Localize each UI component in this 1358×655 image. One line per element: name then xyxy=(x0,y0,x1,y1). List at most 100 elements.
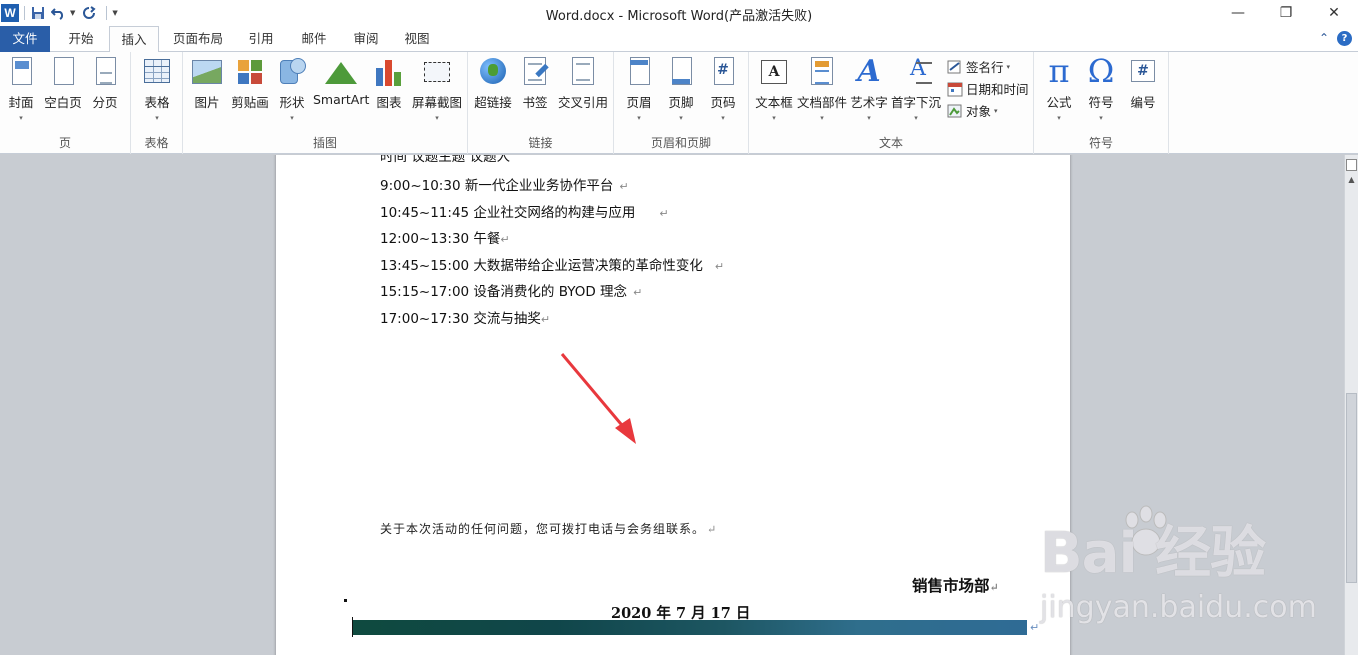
signature-line-icon xyxy=(947,59,963,75)
page-break-button[interactable]: 分页 xyxy=(88,56,122,111)
customize-qat-icon[interactable]: ▼ xyxy=(112,9,117,17)
dropcap-icon: A xyxy=(900,56,932,88)
textbox-button[interactable]: A 文本框 ▾ xyxy=(753,56,795,122)
partial-top-line: 时间 议题主题 议题人 xyxy=(380,155,511,165)
group-label-illustrations: 插图 xyxy=(312,136,337,150)
quick-parts-button[interactable]: 文档部件 ▾ xyxy=(797,56,847,122)
wordart-button[interactable]: A 艺术字 ▾ xyxy=(849,54,889,122)
hyperlink-button[interactable]: 超链接 xyxy=(472,56,514,111)
scroll-thumb[interactable] xyxy=(1346,393,1357,583)
schedule-item-text: 10:45~11:45 企业社交网络的构建与应用 xyxy=(380,205,636,221)
tab-references[interactable]: 引用 xyxy=(238,26,284,52)
window-title: Word.docx - Microsoft Word(产品激活失败) xyxy=(545,9,813,24)
help-icon[interactable]: ? xyxy=(1337,31,1352,46)
header-button[interactable]: 页眉 ▾ xyxy=(622,56,656,122)
dropdown-arrow-icon: ▾ xyxy=(721,114,725,122)
tab-insert[interactable]: 插入 xyxy=(109,26,159,53)
undo-dropdown-icon[interactable]: ▼ xyxy=(70,9,75,17)
group-text: A 文本框 ▾ 文档部件 ▾ A 艺术字 ▾ A 首字下沉 ▾ 签名行 ▾ 日期… xyxy=(749,52,1034,154)
scroll-up-icon[interactable]: ▲ xyxy=(1345,175,1358,189)
chart-label: 图表 xyxy=(376,95,402,110)
object-button[interactable]: 对象 ▾ xyxy=(947,101,998,120)
tab-bar-right: ⌃ ? xyxy=(1319,31,1352,46)
clipart-button[interactable]: 剪贴画 xyxy=(229,56,271,111)
picture-icon xyxy=(191,56,223,88)
watermark-url: jingyan.baidu.com xyxy=(1040,590,1317,625)
schedule-item: 10:45~11:45 企业社交网络的构建与应用 ↵ xyxy=(380,201,669,221)
redo-icon[interactable] xyxy=(81,5,97,21)
decorative-gradient-band[interactable] xyxy=(352,620,1027,635)
header-label: 页眉 xyxy=(626,95,652,110)
document-page[interactable]: 时间 议题主题 议题人 9:00~10:30 新一代企业业务协作平台 ↵ 10:4… xyxy=(276,155,1070,655)
screenshot-button[interactable]: 屏幕截图 ▾ xyxy=(411,56,463,122)
collapse-ribbon-icon[interactable]: ⌃ xyxy=(1319,31,1329,46)
group-label-tables: 表格 xyxy=(144,136,169,150)
tab-mailings[interactable]: 邮件 xyxy=(291,26,337,52)
bookmark-label: 书签 xyxy=(522,95,548,110)
smartart-icon xyxy=(325,56,357,88)
page-number-button[interactable]: # 页码 ▾ xyxy=(706,56,740,122)
shapes-icon xyxy=(276,56,308,88)
cover-page-icon xyxy=(5,56,37,88)
shapes-button[interactable]: 形状 ▾ xyxy=(275,56,309,122)
cross-reference-button[interactable]: 交叉引用 xyxy=(556,56,610,111)
picture-button[interactable]: 图片 xyxy=(190,56,224,111)
tab-file[interactable]: 文件 xyxy=(0,26,50,52)
pi-icon: π xyxy=(1048,52,1070,90)
ruler-toggle-icon[interactable] xyxy=(1346,159,1357,171)
equation-button[interactable]: π 公式 ▾ xyxy=(1042,52,1076,122)
signature-line-button[interactable]: 签名行 ▾ xyxy=(947,57,1010,76)
tab-view[interactable]: 视图 xyxy=(394,26,440,52)
signer-line: 销售市场部↵ xyxy=(912,574,999,596)
object-icon xyxy=(947,103,963,119)
screenshot-label: 屏幕截图 xyxy=(411,95,462,110)
group-label-header-footer: 页眉和页脚 xyxy=(650,136,711,150)
date-time-button[interactable]: 日期和时间 xyxy=(947,79,1029,98)
tab-review[interactable]: 审阅 xyxy=(343,26,389,52)
group-tables: 表格 ▾ 表格 xyxy=(131,52,183,154)
text-cursor xyxy=(352,617,353,637)
bookmark-button[interactable]: 书签 xyxy=(518,56,552,111)
dropcap-button[interactable]: A 首字下沉 ▾ xyxy=(891,56,941,122)
dropdown-arrow-icon: ▾ xyxy=(994,106,998,115)
dropdown-arrow-icon: ▾ xyxy=(1057,114,1061,122)
quick-parts-label: 文档部件 xyxy=(797,95,848,110)
number-button[interactable]: # 编号 xyxy=(1126,56,1160,111)
smartart-button[interactable]: SmartArt xyxy=(313,56,369,107)
symbol-button[interactable]: Ω 符号 ▾ xyxy=(1084,52,1118,122)
schedule-item-text: 13:45~15:00 大数据带给企业运营决策的革命性变化 xyxy=(380,258,703,274)
maximize-button[interactable]: ❐ xyxy=(1262,0,1310,26)
contact-note: 关于本次活动的任何问题，您可拨打电话与会务组联系。 ↵ xyxy=(380,520,717,537)
cross-reference-icon xyxy=(567,56,599,88)
save-icon[interactable] xyxy=(30,5,46,21)
blank-page-button[interactable]: 空白页 xyxy=(42,56,84,111)
footer-button[interactable]: 页脚 ▾ xyxy=(664,56,698,122)
dropdown-arrow-icon: ▾ xyxy=(914,114,918,122)
globe-link-icon xyxy=(477,56,509,88)
group-label-symbols: 符号 xyxy=(1088,136,1113,150)
quick-access-toolbar: W ▼ ▼ xyxy=(0,0,124,26)
dropdown-arrow-icon: ▾ xyxy=(679,114,683,122)
group-header-footer: 页眉 ▾ 页脚 ▾ # 页码 ▾ 页眉和页脚 xyxy=(614,52,749,154)
number-label: 编号 xyxy=(1130,95,1156,110)
clipart-label: 剪贴画 xyxy=(231,95,269,110)
table-button[interactable]: 表格 ▾ xyxy=(140,56,174,122)
cover-page-button[interactable]: 封面 ▾ xyxy=(4,56,38,122)
tab-page-layout[interactable]: 页面布局 xyxy=(166,26,230,52)
vertical-scrollbar[interactable]: ▲ xyxy=(1344,155,1358,655)
omega-icon: Ω xyxy=(1087,52,1115,90)
tab-home[interactable]: 开始 xyxy=(56,26,106,52)
chart-button[interactable]: 图表 xyxy=(372,56,406,111)
undo-icon[interactable] xyxy=(50,5,66,21)
minimize-button[interactable]: — xyxy=(1214,0,1262,26)
word-app-icon[interactable]: W xyxy=(1,4,19,22)
calendar-icon xyxy=(947,81,963,97)
paragraph-mark: ↵ xyxy=(540,313,551,326)
close-button[interactable]: ✕ xyxy=(1310,0,1358,26)
schedule-item: 17:00~17:30 交流与抽奖↵ xyxy=(380,307,550,327)
schedule-item: 9:00~10:30 新一代企业业务协作平台 ↵ xyxy=(380,174,629,194)
paragraph-mark: ↵ xyxy=(1030,621,1040,634)
signer-text: 销售市场部 xyxy=(912,576,990,595)
paragraph-mark: ↵ xyxy=(500,233,510,246)
ribbon-tab-bar: 文件 开始 插入 页面布局 引用 邮件 审阅 视图 ⌃ ? xyxy=(0,26,1358,53)
